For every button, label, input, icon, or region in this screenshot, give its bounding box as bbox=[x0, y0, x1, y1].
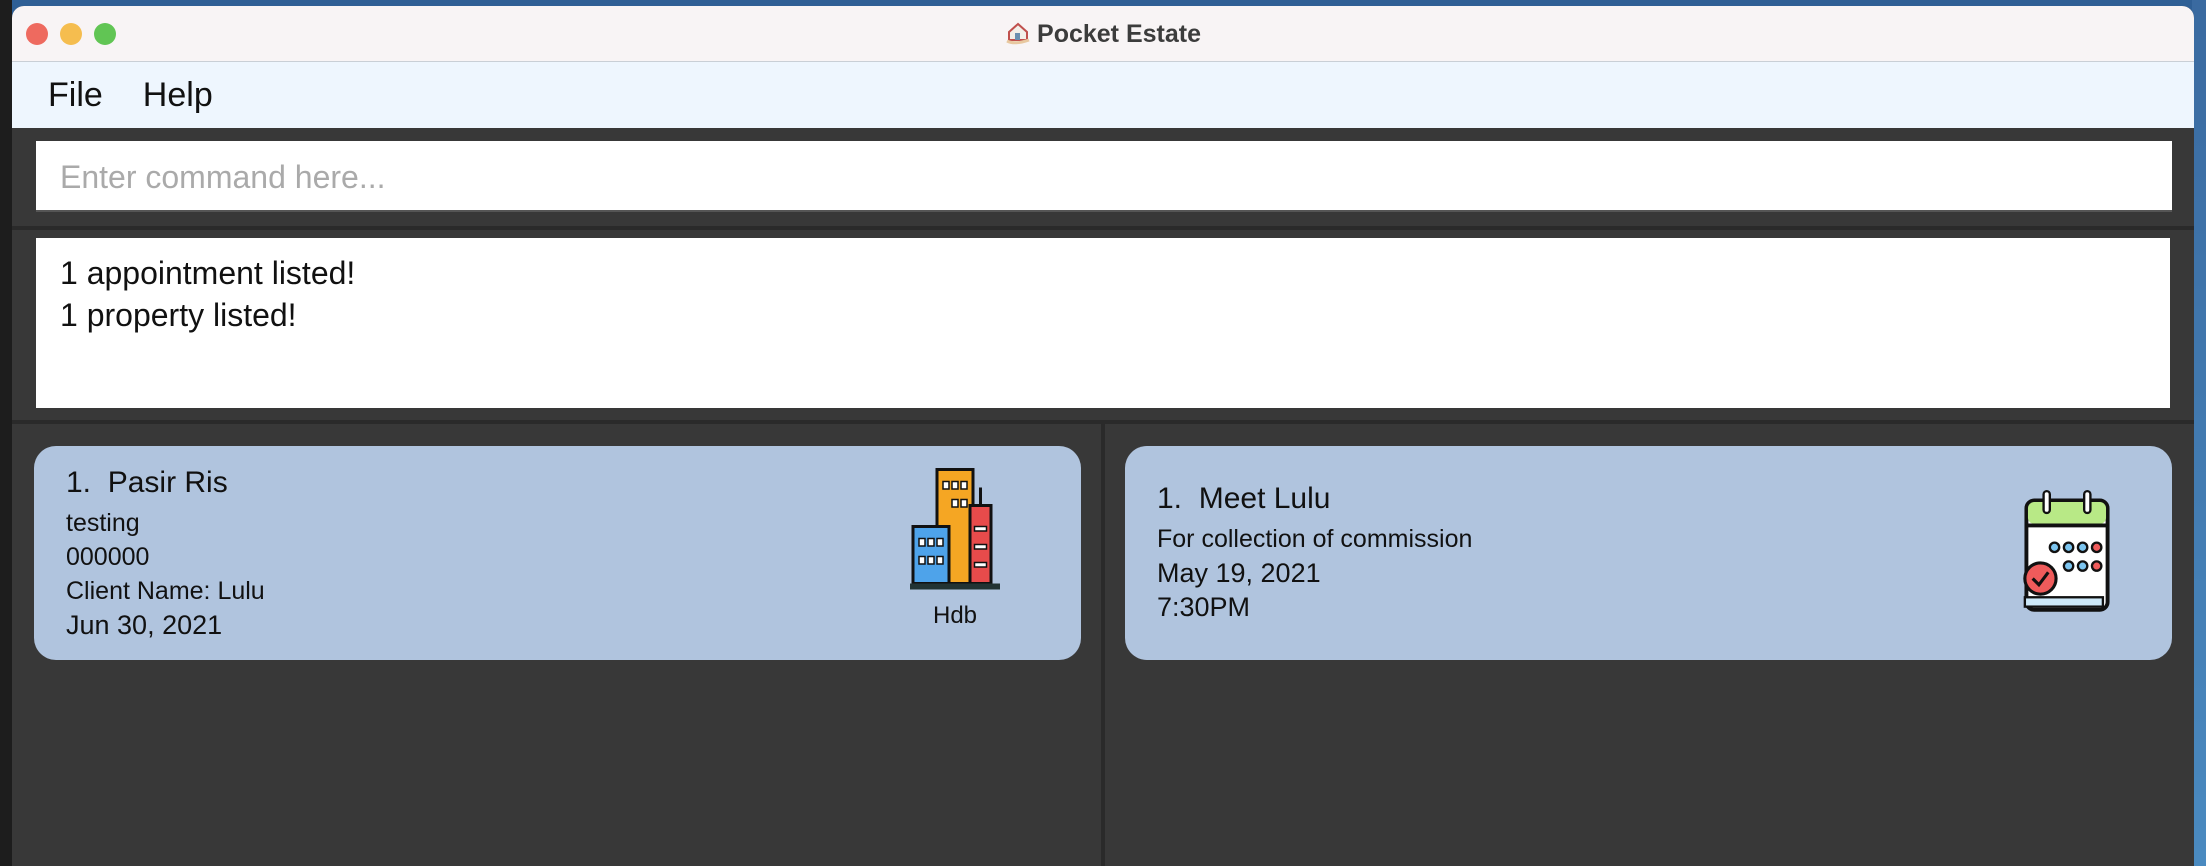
result-display: 1 appointment listed! 1 property listed! bbox=[36, 238, 2170, 408]
property-type-label: Hdb bbox=[932, 602, 978, 629]
command-placeholder: Enter command here... bbox=[60, 159, 386, 195]
window-title: Pocket Estate bbox=[12, 20, 2194, 49]
title-bar: Pocket Estate bbox=[12, 6, 2194, 62]
menu-help[interactable]: Help bbox=[143, 76, 213, 115]
appointment-date: May 19, 2021 bbox=[1157, 558, 1321, 588]
property-postal: 000000 bbox=[66, 543, 150, 571]
command-input[interactable]: Enter command here... bbox=[36, 141, 2172, 212]
divider bbox=[12, 226, 2194, 230]
window-title-text: Pocket Estate bbox=[1037, 20, 1201, 48]
appointment-remarks: For collection of commission bbox=[1157, 525, 1473, 553]
desktop-background-left bbox=[0, 0, 12, 866]
desktop-background-right bbox=[2192, 0, 2206, 866]
appointment-name: Meet Lulu bbox=[1198, 482, 1331, 515]
menu-bar: File Help bbox=[12, 62, 2194, 128]
house-hand-icon bbox=[1006, 22, 1030, 45]
calendar-icon bbox=[2023, 489, 2110, 612]
property-deadline: Jun 30, 2021 bbox=[66, 610, 223, 640]
property-name: Pasir Ris bbox=[107, 466, 228, 499]
menu-file[interactable]: File bbox=[48, 76, 103, 115]
appointment-index: 1. bbox=[1157, 482, 1183, 515]
appointment-time: 7:30PM bbox=[1157, 592, 1251, 622]
hdb-building-icon bbox=[910, 468, 1000, 590]
property-index: 1. bbox=[66, 466, 92, 499]
split-pane-divider[interactable] bbox=[1101, 424, 1105, 866]
property-card[interactable]: 1. Pasir Ris testing 000000 Client Name:… bbox=[34, 446, 1081, 660]
property-client: Client Name: Lulu bbox=[66, 577, 265, 605]
app-window: Pocket Estate File Help Enter command he… bbox=[12, 6, 2194, 866]
result-line: 1 appointment listed! bbox=[60, 255, 356, 291]
property-address: testing bbox=[66, 509, 140, 537]
result-line: 1 property listed! bbox=[60, 297, 297, 333]
appointment-card[interactable]: 1. Meet Lulu For collection of commissio… bbox=[1125, 446, 2172, 660]
